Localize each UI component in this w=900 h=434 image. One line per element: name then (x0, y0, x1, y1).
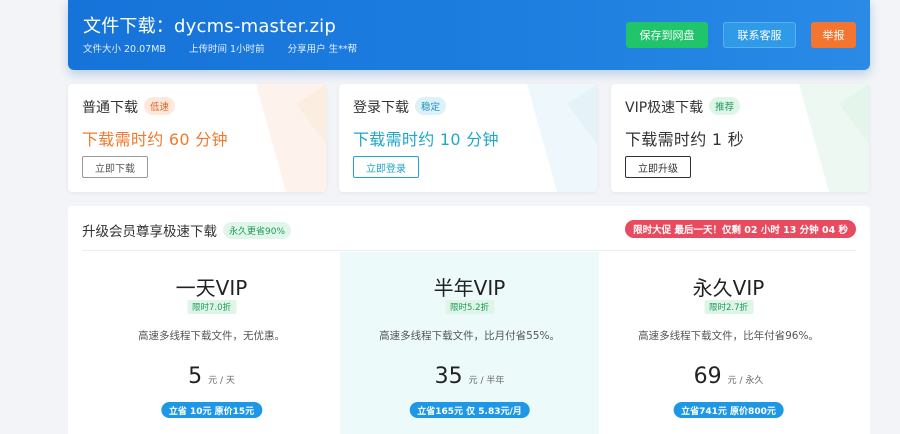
plan-price-unit: 元 / 永久 (727, 376, 764, 386)
plan-price-value: 35 (434, 364, 463, 389)
speed-badge: 稳定 (415, 97, 447, 115)
card-decoration (527, 84, 597, 192)
card-title: VIP极速下载 推荐 (625, 97, 741, 117)
speed-badge: 推荐 (709, 97, 741, 115)
plan-buy-button[interactable]: 立省165元 仅 5.83元/月 (409, 402, 530, 418)
plan-name: 永久VIP (692, 276, 765, 300)
plan-price-unit: 元 / 半年 (468, 376, 505, 386)
plan-description: 高速多线程下载文件，比月付省55%。 (379, 330, 560, 342)
plan-price: 69 元 / 永久 (599, 364, 858, 389)
plan-price-value: 5 (188, 364, 203, 389)
plan-price: 5 元 / 天 (82, 364, 341, 389)
vip-plan-lifetime[interactable]: 永久VIP 限时2.7折 高速多线程下载文件，比年付省96%。 69 元 / 永久… (599, 252, 858, 434)
card-decoration (799, 84, 869, 192)
plan-discount-tag: 限时5.2折 (444, 300, 495, 314)
upload-time-value: 1小时前 (229, 44, 265, 55)
login-download-card: 登录下载 稳定 下载需时约 10 分钟 立即登录 (339, 84, 597, 192)
login-now-button[interactable]: 立即登录 (353, 156, 419, 178)
upload-time-label: 上传时间 (188, 44, 227, 55)
plan-name: 半年VIP (433, 276, 506, 300)
vip-section-title-text: 升级会员尊享极速下载 (82, 224, 217, 240)
vip-plan-half-year[interactable]: 半年VIP 限时5.2折 高速多线程下载文件，比月付省55%。 35 元 / 半年… (340, 252, 599, 434)
plan-name: 一天VIP (175, 276, 248, 300)
report-button[interactable]: 举报 (811, 22, 856, 48)
share-user: 分享用户 生**帮 (288, 44, 368, 55)
vip-section-title: 升级会员尊享极速下载 永久更省90% (82, 220, 292, 240)
upgrade-now-button[interactable]: 立即升级 (625, 156, 691, 178)
card-decoration (256, 84, 326, 192)
plan-price-unit: 元 / 天 (208, 376, 235, 386)
file-size-value: 20.07MB (124, 44, 166, 55)
plan-discount-tag: 限时7.0折 (186, 300, 237, 314)
share-user-value: 生**帮 (328, 44, 358, 55)
card-title: 登录下载 稳定 (353, 97, 447, 117)
card-title-text: VIP极速下载 (625, 100, 704, 116)
normal-download-card: 普通下载 低速 下载需时约 60 分钟 立即下载 (68, 84, 326, 192)
promo-countdown-badge: 限时大促 最后一天！仅剩 02 小时 13 分钟 04 秒 (625, 220, 856, 238)
card-title-text: 登录下载 (353, 100, 409, 116)
file-size-label: 文件大小 (83, 44, 122, 55)
card-title-text: 普通下载 (82, 100, 138, 116)
speed-badge: 低速 (144, 97, 176, 115)
divider (82, 250, 856, 251)
plan-buy-button[interactable]: 立省 10元 原价15元 (160, 402, 263, 418)
download-time: 下载需时约 60 分钟 (82, 130, 228, 149)
plan-description: 高速多线程下载文件，比年付省96%。 (638, 330, 819, 342)
download-time: 下载需时约 1 秒 (625, 130, 745, 149)
plan-discount-tag: 限时2.7折 (703, 300, 754, 314)
vip-save-badge: 永久更省90% (223, 222, 292, 239)
vip-plan-day[interactable]: 一天VIP 限时7.0折 高速多线程下载文件，无优惠。 5 元 / 天 立省 10… (82, 252, 341, 434)
plan-price-value: 69 (693, 364, 722, 389)
file-title: 文件下载：dycms-master.zip (83, 16, 337, 37)
file-header: 文件下载：dycms-master.zip 文件大小 20.07MB 上传时间 1小… (68, 0, 870, 70)
download-time: 下载需时约 10 分钟 (353, 130, 499, 149)
contact-service-button[interactable]: 联系客服 (723, 22, 796, 48)
save-to-disk-button[interactable]: 保存到网盘 (626, 22, 708, 48)
plan-description: 高速多线程下载文件，无优惠。 (138, 330, 285, 342)
plan-price: 35 元 / 半年 (340, 364, 599, 389)
file-size: 文件大小 20.07MB (83, 44, 176, 55)
vip-upgrade-section: 升级会员尊享极速下载 永久更省90% 限时大促 最后一天！仅剩 02 小时 13 … (68, 206, 870, 434)
card-title: 普通下载 低速 (82, 97, 176, 117)
share-user-label: 分享用户 (287, 44, 326, 55)
vip-download-card: VIP极速下载 推荐 下载需时约 1 秒 立即升级 (611, 84, 869, 192)
upload-time: 上传时间 1小时前 (189, 44, 275, 55)
download-now-button[interactable]: 立即下载 (82, 156, 148, 178)
plan-buy-button[interactable]: 立省741元 原价800元 (673, 402, 784, 418)
file-meta: 文件大小 20.07MB 上传时间 1小时前 分享用户 生**帮 (83, 41, 377, 55)
